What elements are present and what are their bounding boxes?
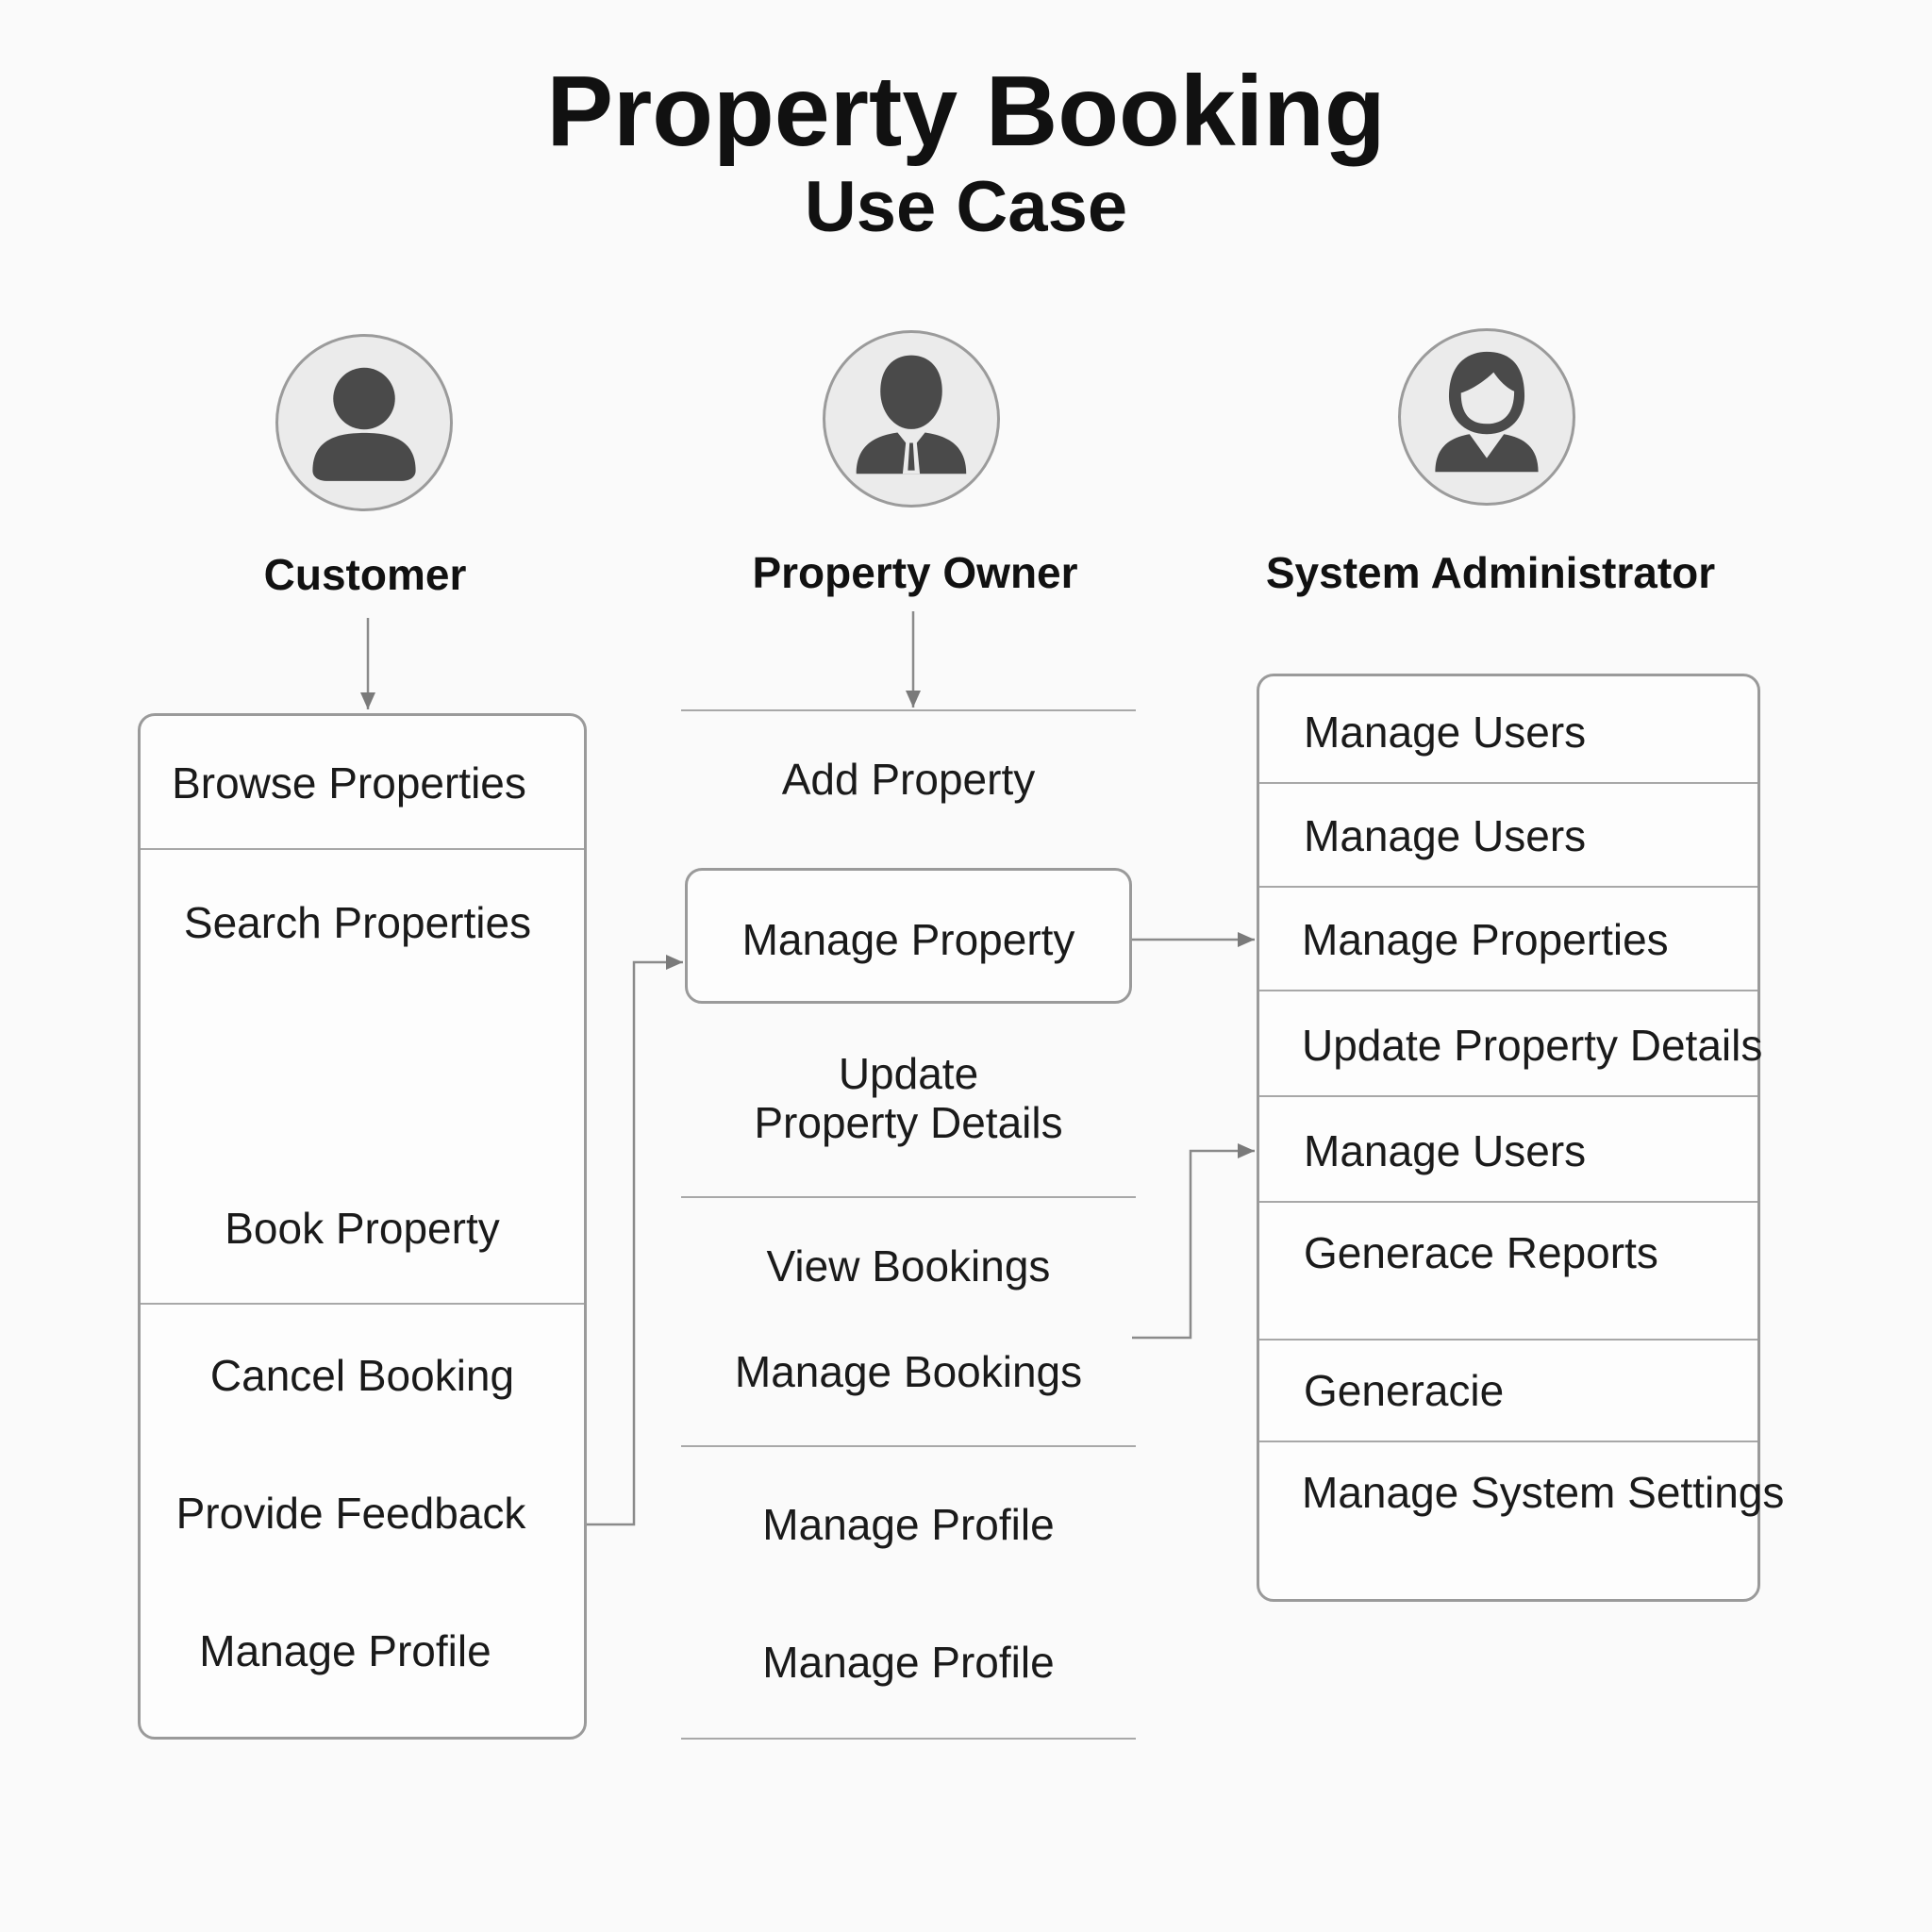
use-case-manage-users[interactable]: Manage Users [1304,811,1586,861]
use-case-book-property[interactable]: Book Property [138,1204,587,1254]
actor-label-property-owner: Property Owner [752,548,1078,597]
owner-divider [681,1196,1136,1198]
actor-label-customer: Customer [263,550,467,599]
admin-divider [1259,990,1757,991]
use-case-manage-users[interactable]: Manage Users [1304,708,1586,758]
use-case-manage-users[interactable]: Manage Users [1304,1126,1586,1176]
use-case-add-property[interactable]: Add Property [681,755,1136,805]
use-case-manage-system-settings[interactable]: Manage System Settings [1302,1468,1784,1518]
use-case-update-property-details[interactable]: Update Property Details [1302,1021,1762,1071]
admin-divider [1259,782,1757,784]
use-case-update-line-1[interactable]: Update [681,1049,1136,1099]
diagram-title: Property Booking [546,56,1386,167]
use-case-view-bookings[interactable]: View Bookings [681,1241,1136,1291]
use-case-manage-profile[interactable]: Manage Profile [681,1500,1136,1550]
use-case-generacie[interactable]: Generacie [1304,1366,1504,1416]
use-case-provide-feedback[interactable]: Provide Feedback [138,1489,564,1539]
customer-avatar-icon [275,334,453,511]
use-case-generate-reports[interactable]: Generace Reports [1304,1228,1658,1278]
use-case-manage-profile[interactable]: Manage Profile [138,1626,553,1676]
use-case-browse-properties[interactable]: Browse Properties [138,758,560,808]
manage-bookings-to-manage-users-connector [1132,1143,1255,1340]
admin-divider [1259,1441,1757,1442]
admin-divider [1259,1339,1757,1341]
owner-divider [681,1738,1136,1740]
owner-divider [681,709,1136,711]
use-case-manage-bookings[interactable]: Manage Bookings [681,1347,1136,1397]
diagram-subtitle: Use Case [804,167,1128,247]
use-case-manage-profile[interactable]: Manage Profile [681,1638,1136,1688]
customer-divider [141,848,584,850]
admin-divider [1259,886,1757,888]
use-case-update-line-2[interactable]: Property Details [681,1098,1136,1148]
customer-divider [141,1303,584,1305]
owner-divider [681,1445,1136,1447]
feedback-to-manage-property-connector [587,955,683,1526]
system-administrator-avatar-icon [1398,328,1575,506]
use-case-cancel-booking[interactable]: Cancel Booking [138,1351,587,1401]
use-case-search-properties[interactable]: Search Properties [138,898,577,948]
admin-divider [1259,1095,1757,1097]
actor-label-system-administrator: System Administrator [1265,548,1716,597]
use-case-manage-properties[interactable]: Manage Properties [1302,915,1669,965]
use-case-manage-property[interactable]: Manage Property [685,915,1132,965]
admin-divider [1259,1201,1757,1203]
property-owner-avatar-icon [823,330,1000,508]
